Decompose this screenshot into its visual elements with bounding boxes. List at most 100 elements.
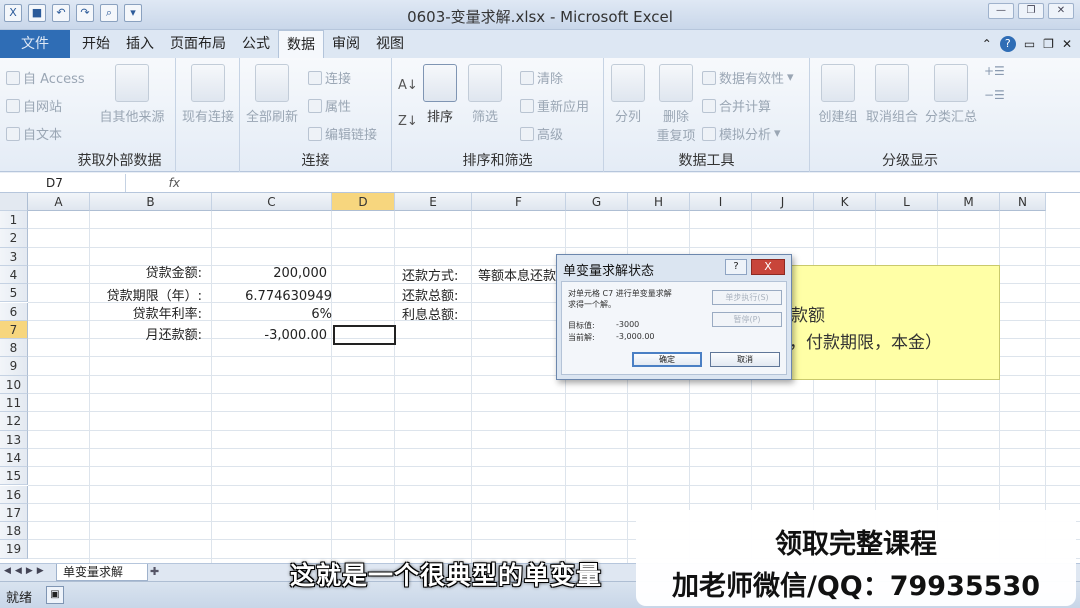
- existing-connections-button[interactable]: 现有连接: [178, 64, 238, 125]
- cancel-button[interactable]: 取消: [710, 352, 780, 367]
- tab-formulas[interactable]: 公式: [234, 30, 278, 58]
- dialog-help-button[interactable]: ?: [725, 259, 747, 275]
- close-button[interactable]: ✕: [1048, 3, 1074, 19]
- cell-c4[interactable]: 200,000: [214, 265, 327, 283]
- filter-button[interactable]: 筛选: [464, 64, 506, 125]
- macro-record-icon[interactable]: ▣: [46, 586, 64, 604]
- row-header[interactable]: 16: [0, 485, 28, 504]
- column-header[interactable]: L: [876, 193, 938, 211]
- edit-links-button[interactable]: 编辑链接: [308, 124, 377, 143]
- column-header[interactable]: E: [395, 193, 472, 211]
- row-header[interactable]: 12: [0, 412, 28, 431]
- from-web-button[interactable]: 自网站: [6, 96, 62, 115]
- tab-insert[interactable]: 插入: [118, 30, 162, 58]
- column-header[interactable]: B: [90, 193, 212, 211]
- reapply-button[interactable]: 重新应用: [520, 96, 589, 115]
- column-header[interactable]: I: [690, 193, 752, 211]
- minimize-ribbon-icon[interactable]: ⌃: [982, 37, 992, 51]
- row-header[interactable]: 13: [0, 430, 28, 449]
- row-header[interactable]: 3: [0, 247, 28, 266]
- properties-button[interactable]: 属性: [308, 96, 351, 115]
- row-header[interactable]: 19: [0, 540, 28, 559]
- row-header[interactable]: 8: [0, 339, 28, 358]
- cell-b7[interactable]: 月还款额:: [90, 327, 202, 345]
- sheet-nav-arrows-icon[interactable]: ◀◀▶▶: [4, 566, 48, 576]
- column-header[interactable]: A: [28, 193, 90, 211]
- tab-data[interactable]: 数据: [278, 30, 324, 58]
- dialog-close-button[interactable]: X: [751, 259, 785, 275]
- data-validation-button[interactable]: 数据有效性 ▾: [702, 68, 794, 87]
- row-header[interactable]: 18: [0, 522, 28, 541]
- cell-f4[interactable]: 等额本息还款: [478, 268, 558, 286]
- cell-e6[interactable]: 利息总额:: [402, 307, 458, 325]
- row-header[interactable]: 11: [0, 394, 28, 413]
- window-restore-icon[interactable]: ❐: [1043, 37, 1054, 51]
- row-header[interactable]: 1: [0, 211, 28, 230]
- connections-button[interactable]: 连接: [308, 68, 351, 87]
- column-header[interactable]: N: [1000, 193, 1046, 211]
- window-close-icon[interactable]: ✕: [1062, 37, 1072, 51]
- cell-e4[interactable]: 还款方式:: [402, 268, 458, 286]
- column-header[interactable]: J: [752, 193, 814, 211]
- tab-view[interactable]: 视图: [368, 30, 412, 58]
- cell-e5[interactable]: 还款总额:: [402, 288, 458, 306]
- from-access-button[interactable]: 自 Access: [6, 68, 85, 87]
- column-header[interactable]: M: [938, 193, 1000, 211]
- sort-descending-icon[interactable]: Z↓: [398, 114, 418, 129]
- remove-duplicates-button[interactable]: 删除 重复项: [652, 64, 700, 144]
- sort-ascending-icon[interactable]: A↓: [398, 78, 418, 93]
- select-all-corner[interactable]: [0, 193, 28, 211]
- tab-review[interactable]: 审阅: [324, 30, 368, 58]
- cell-b6[interactable]: 贷款年利率:: [90, 306, 202, 324]
- advanced-button[interactable]: 高级: [520, 124, 563, 143]
- sort-button[interactable]: 排序: [420, 64, 460, 125]
- cell-c5[interactable]: 6.774630949: [214, 288, 332, 306]
- cell-c7[interactable]: -3,000.00: [214, 327, 327, 345]
- cell-b5[interactable]: 贷款期限（年）:: [90, 288, 202, 306]
- refresh-all-button[interactable]: 全部刷新: [242, 64, 302, 125]
- minimize-button[interactable]: —: [988, 3, 1014, 19]
- cell-b4[interactable]: 贷款金额:: [90, 265, 202, 283]
- subtotal-button[interactable]: 分类汇总: [920, 64, 982, 125]
- row-header[interactable]: 14: [0, 448, 28, 468]
- column-header[interactable]: F: [472, 193, 566, 211]
- row-header[interactable]: 9: [0, 357, 28, 376]
- help-icon[interactable]: ?: [999, 36, 1016, 52]
- row-header[interactable]: 6: [0, 302, 28, 321]
- ungroup-button[interactable]: 取消组合: [864, 64, 920, 125]
- formula-input[interactable]: [186, 174, 1080, 192]
- row-header[interactable]: 17: [0, 503, 28, 523]
- cell-c6[interactable]: 6%: [214, 306, 332, 324]
- tab-file[interactable]: 文件: [0, 30, 70, 58]
- row-header[interactable]: 4: [0, 265, 28, 285]
- consolidate-button[interactable]: 合并计算: [702, 96, 771, 115]
- row-header[interactable]: 2: [0, 229, 28, 248]
- group-button[interactable]: 创建组: [812, 64, 864, 125]
- step-button[interactable]: 单步执行(S): [712, 290, 782, 305]
- from-other-sources-button[interactable]: 自其他来源: [94, 64, 170, 125]
- tab-page-layout[interactable]: 页面布局: [162, 30, 234, 58]
- clear-button[interactable]: 清除: [520, 68, 563, 87]
- insert-sheet-icon[interactable]: ✚: [150, 565, 159, 578]
- row-header[interactable]: 5: [0, 284, 28, 303]
- row-header[interactable]: 10: [0, 375, 28, 394]
- column-header[interactable]: H: [628, 193, 690, 211]
- show-detail-icon[interactable]: +☰: [984, 64, 1005, 78]
- insert-function-icon[interactable]: fx: [126, 176, 186, 190]
- from-text-button[interactable]: 自文本: [6, 124, 62, 143]
- what-if-analysis-button[interactable]: 模拟分析 ▾: [702, 124, 781, 143]
- restore-button[interactable]: ❐: [1018, 3, 1044, 19]
- column-header[interactable]: K: [814, 193, 876, 211]
- active-cell-d7[interactable]: [333, 325, 396, 345]
- sheet-tab-goal-seek[interactable]: 单变量求解: [56, 564, 148, 581]
- window-minimize-icon[interactable]: ▭: [1024, 37, 1035, 51]
- ok-button[interactable]: 确定: [632, 352, 702, 367]
- row-header[interactable]: 7: [0, 320, 28, 340]
- tab-home[interactable]: 开始: [74, 30, 118, 58]
- name-box[interactable]: D7: [0, 173, 126, 192]
- column-header[interactable]: C: [212, 193, 332, 211]
- hide-detail-icon[interactable]: −☰: [984, 88, 1005, 102]
- column-header[interactable]: D: [332, 193, 395, 211]
- pause-button[interactable]: 暂停(P): [712, 312, 782, 327]
- text-to-columns-button[interactable]: 分列: [606, 64, 650, 125]
